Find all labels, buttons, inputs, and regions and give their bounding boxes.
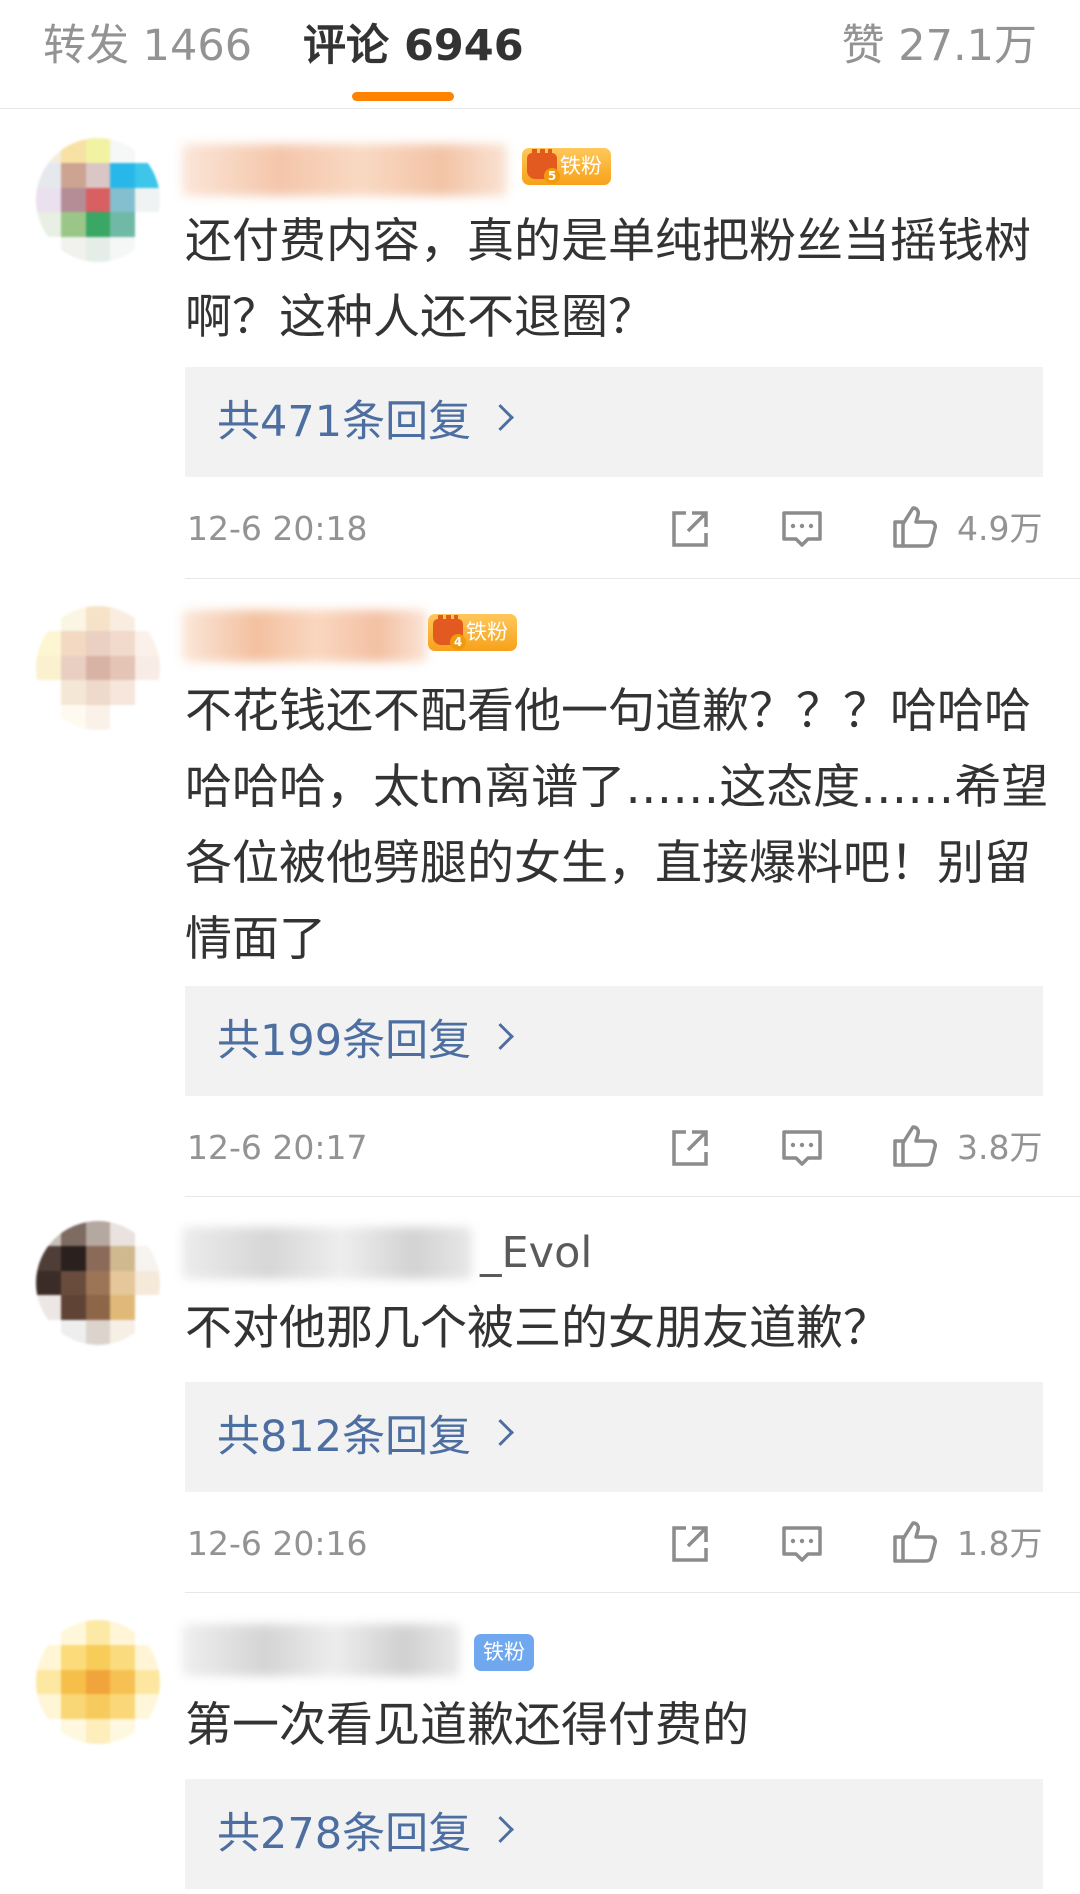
comment-item: 4 铁粉 不花钱还不配看他一句道歉？？？哈哈哈哈哈哈，太tm离谱了……这态度………: [0, 580, 1080, 1197]
avatar[interactable]: [36, 1620, 160, 1744]
comment-tabs: 转发 1466 评论 6946 赞 27.1万: [0, 0, 1080, 109]
like-count: 3.8万: [957, 1128, 1043, 1167]
chevron-right-icon: [487, 1816, 514, 1843]
comment-text: 不对他那几个被三的女朋友道歉？: [185, 1301, 890, 1356]
fan-badge-label: 铁粉: [560, 154, 602, 178]
replies-button[interactable]: 共471条回复: [185, 367, 1043, 477]
comment-text: 不花钱还不配看他一句道歉？？？哈哈哈哈哈哈，太tm离谱了……这态度……希望各位被…: [185, 684, 1049, 967]
active-tab-indicator: [352, 92, 454, 101]
comment-icon[interactable]: [778, 1124, 826, 1172]
comment-time: 12-6 20:18: [187, 509, 368, 548]
replies-button[interactable]: 共278条回复: [185, 1779, 1043, 1889]
comment-time: 12-6 20:17: [187, 1128, 368, 1167]
replies-count: 共278条回复: [217, 1809, 472, 1859]
comment-item: _Evol 不对他那几个被三的女朋友道歉？ 共812条回复 12-6 20:16…: [0, 1197, 1080, 1593]
share-icon[interactable]: [666, 1520, 714, 1568]
username-redacted[interactable]: [182, 610, 427, 662]
replies-count: 共812条回复: [217, 1412, 472, 1462]
divider: [185, 578, 1080, 579]
like-count: 1.8万: [957, 1524, 1043, 1563]
username-redacted[interactable]: [182, 1227, 472, 1279]
thumbs-up-icon[interactable]: [891, 1517, 939, 1565]
fan-badge: 5 铁粉: [522, 148, 611, 185]
replies-button[interactable]: 共812条回复: [185, 1382, 1043, 1492]
replies-count: 共199条回复: [217, 1016, 472, 1066]
avatar[interactable]: [36, 138, 160, 262]
like-count: 4.9万: [957, 509, 1043, 548]
crown-icon: 5: [522, 148, 560, 185]
tab-comments[interactable]: 评论 6946: [303, 18, 524, 74]
share-icon[interactable]: [666, 1124, 714, 1172]
comment-icon[interactable]: [778, 1520, 826, 1568]
replies-count: 共471条回复: [217, 397, 472, 447]
chevron-right-icon: [487, 404, 514, 431]
tab-likes[interactable]: 赞 27.1万: [842, 18, 1037, 74]
fan-badge-label: 铁粉: [483, 1640, 525, 1664]
fan-badge: 4 铁粉: [428, 614, 517, 651]
divider: [185, 1592, 1080, 1593]
crown-icon: 4: [428, 614, 466, 651]
comment-item: 铁粉 第一次看见道歉还得付费的 共278条回复: [0, 1594, 1080, 1894]
comment-icon[interactable]: [778, 505, 826, 553]
avatar[interactable]: [36, 606, 160, 730]
share-icon[interactable]: [666, 505, 714, 553]
fan-badge-label: 铁粉: [466, 620, 508, 644]
chevron-right-icon: [487, 1023, 514, 1050]
thumbs-up-icon[interactable]: [891, 502, 939, 550]
tab-repost[interactable]: 转发 1466: [43, 18, 252, 74]
avatar[interactable]: [36, 1221, 160, 1345]
username-suffix[interactable]: _Evol: [480, 1225, 592, 1281]
username-redacted[interactable]: [182, 144, 507, 196]
comment-text: 还付费内容，真的是单纯把粉丝当摇钱树啊？这种人还不退圈？: [185, 214, 1031, 345]
thumbs-up-icon[interactable]: [891, 1121, 939, 1169]
comment-item: 5 铁粉 还付费内容，真的是单纯把粉丝当摇钱树啊？这种人还不退圈？ 共471条回…: [0, 108, 1080, 579]
chevron-right-icon: [487, 1419, 514, 1446]
replies-button[interactable]: 共199条回复: [185, 986, 1043, 1096]
comment-time: 12-6 20:16: [187, 1524, 368, 1563]
username-redacted[interactable]: [182, 1624, 460, 1676]
fan-badge: 铁粉: [474, 1634, 534, 1671]
comment-text: 第一次看见道歉还得付费的: [185, 1698, 749, 1753]
